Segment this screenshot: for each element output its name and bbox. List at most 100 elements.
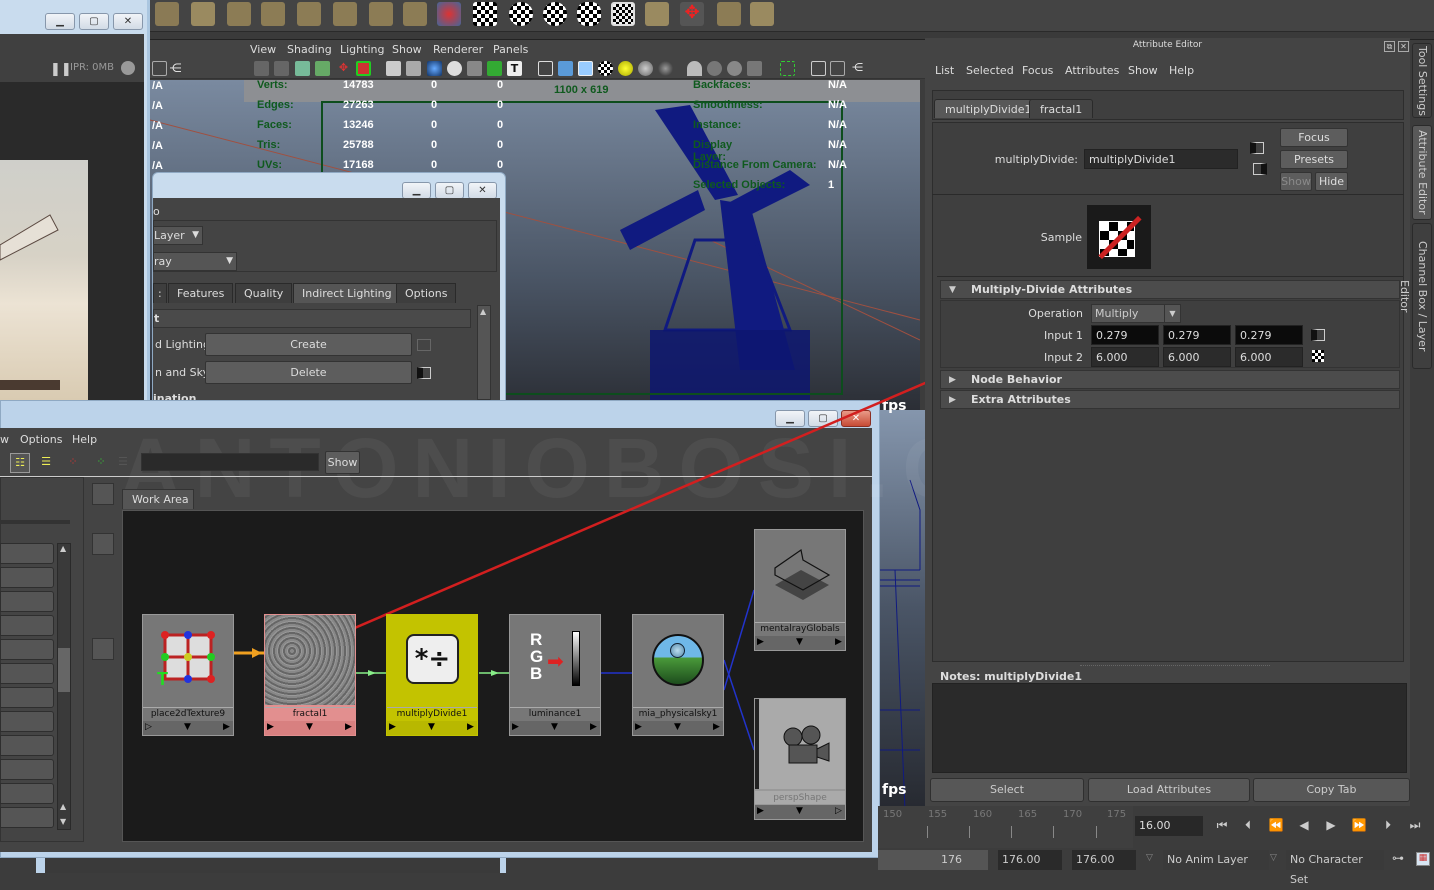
step-forward-frame-icon[interactable]: ⏵ — [1378, 818, 1398, 834]
menu-show[interactable]: Show — [1128, 64, 1158, 77]
expand-icon[interactable]: ▼ — [551, 722, 558, 732]
output-port-icon[interactable]: ▶ — [835, 637, 842, 647]
node-mentalrayglobals[interactable]: mentalrayGlobals ▶ ▼ ▶ — [754, 529, 846, 651]
sample-swatch — [1087, 205, 1151, 269]
section-node-behavior[interactable]: ▶ Node Behavior — [940, 370, 1400, 389]
go-to-end-icon[interactable]: ⏭ — [1405, 818, 1425, 834]
output-port-icon[interactable]: ▶ — [467, 722, 474, 732]
input2-x-field[interactable]: 6.000 — [1091, 347, 1159, 367]
tick-mark — [927, 826, 928, 838]
select-button[interactable]: Select — [930, 778, 1084, 802]
divider — [932, 194, 1404, 195]
node-name-field[interactable]: multiplyDivide1 — [1084, 149, 1238, 169]
play-forwards-icon[interactable]: ▶ — [1321, 818, 1341, 834]
input-connections-icon[interactable] — [1250, 142, 1264, 154]
map-input2-checker-icon[interactable] — [1312, 350, 1324, 362]
animation-end-field[interactable]: 176.00 — [1072, 850, 1136, 870]
float-panel-icon[interactable]: ⧉ — [1384, 41, 1395, 52]
chevron-down-icon[interactable]: ▽ — [1146, 853, 1153, 863]
tab-fractal1[interactable]: fractal1 — [1029, 99, 1094, 118]
node-label: fractal1 — [265, 707, 355, 720]
output-port-icon[interactable]: ▶ — [590, 722, 597, 732]
output-port-icon[interactable]: ▶ — [223, 722, 230, 732]
menu-focus[interactable]: Focus — [1022, 64, 1053, 77]
node-label: mentalrayGlobals — [755, 622, 845, 635]
menu-list[interactable]: List — [935, 64, 954, 77]
annotation-arrow-line — [321, 336, 1031, 644]
output-connections-icon[interactable] — [1253, 163, 1267, 175]
expand-icon[interactable]: ▼ — [796, 806, 803, 816]
sample-label: Sample — [1040, 231, 1082, 244]
input1-y-field[interactable]: 0.279 — [1163, 325, 1231, 345]
input2-y-field[interactable]: 6.000 — [1163, 347, 1231, 367]
animation-start-field[interactable]: 176.00 — [998, 850, 1062, 870]
expand-icon[interactable]: ▼ — [674, 722, 681, 732]
input-port-icon[interactable]: ▶ — [757, 806, 764, 816]
tick-mark — [1096, 826, 1097, 838]
physical-sky-swatch-icon — [633, 615, 723, 705]
tick-label: 170 — [1063, 809, 1083, 820]
close-panel-icon[interactable]: ✕ — [1398, 41, 1409, 52]
input2-z-field[interactable]: 6.000 — [1235, 347, 1303, 367]
focus-button[interactable]: Focus — [1280, 128, 1348, 147]
auto-key-icon[interactable]: ⊶ — [1392, 851, 1404, 865]
hide-button[interactable]: Hide — [1315, 172, 1348, 191]
connection-arrow — [491, 670, 499, 676]
menu-selected[interactable]: Selected — [966, 64, 1014, 77]
node-ports: ▶ ▼ ▶ — [755, 636, 845, 650]
node-luminance[interactable]: RGB ➡ luminance1 ▶ ▼ ▶ — [509, 614, 601, 736]
menu-help[interactable]: Help — [1169, 64, 1194, 77]
side-tab-channel-box[interactable]: Channel Box / Layer Editor — [1398, 223, 1432, 369]
node-fractal[interactable]: fractal1 ▶ ▼ ▶ — [264, 614, 356, 736]
output-port-icon[interactable]: ▷ — [835, 806, 842, 816]
pane-splitter[interactable] — [1080, 665, 1270, 667]
current-frame-field[interactable]: 16.00 — [1135, 816, 1203, 836]
input-port-icon[interactable]: ▷ — [145, 722, 152, 732]
map-input1-icon[interactable] — [1311, 329, 1325, 341]
collapse-triangle-icon: ▼ — [949, 285, 956, 295]
notes-textarea[interactable] — [932, 683, 1407, 773]
side-tab-attribute-editor[interactable]: Attribute Editor — [1412, 125, 1432, 220]
load-attributes-button[interactable]: Load Attributes — [1088, 778, 1250, 802]
side-tab-tool-settings[interactable]: Tool Settings — [1412, 43, 1432, 118]
character-set-dropdown[interactable]: No Character Set — [1286, 850, 1384, 886]
input-port-icon[interactable]: ▶ — [267, 722, 274, 732]
input-port-icon[interactable]: ▶ — [389, 722, 396, 732]
preferences-icon[interactable]: ▦ — [1416, 852, 1430, 866]
expand-icon[interactable]: ▼ — [184, 722, 191, 732]
step-back-key-icon[interactable]: ⏪ — [1266, 818, 1286, 834]
time-slider[interactable]: 150 155 160 165 170 175 — [878, 806, 1133, 850]
go-to-start-icon[interactable]: ⏮ — [1212, 818, 1232, 834]
input-port-icon[interactable]: ▶ — [635, 722, 642, 732]
section-multiply-divide-attributes[interactable]: ▼ Multiply-Divide Attributes — [940, 280, 1400, 299]
step-forward-key-icon[interactable]: ⏩ — [1349, 818, 1369, 834]
anim-layer-dropdown[interactable]: No Anim Layer — [1163, 850, 1269, 870]
node-multiplydivide[interactable]: *÷ multiplyDivide1 ▶ ▼ ▶ — [386, 614, 478, 736]
presets-button[interactable]: Presets — [1280, 150, 1348, 169]
input1-x-field[interactable]: 0.279 — [1091, 325, 1159, 345]
range-slider[interactable]: 176 — [878, 850, 988, 870]
expand-icon[interactable]: ▼ — [796, 637, 803, 647]
expand-icon[interactable]: ▼ — [306, 722, 313, 732]
section-extra-attributes[interactable]: ▶ Extra Attributes — [940, 390, 1400, 409]
node-mia-physicalsky[interactable]: mia_physicalsky1 ▶ ▼ ▶ — [632, 614, 724, 736]
step-back-frame-icon[interactable]: ⏴ — [1238, 818, 1258, 834]
output-port-icon[interactable]: ▶ — [345, 722, 352, 732]
tab-multiplydivide1[interactable]: multiplyDivide1 — [934, 99, 1043, 118]
node-perspshape[interactable]: perspShape ▶ ▼ ▷ — [754, 698, 846, 820]
chevron-down-icon[interactable]: ▽ — [1270, 853, 1277, 863]
input-port-icon[interactable]: ▶ — [512, 722, 519, 732]
expand-icon[interactable]: ▼ — [428, 722, 435, 732]
play-backwards-icon[interactable]: ◀ — [1294, 818, 1314, 834]
attribute-editor-menubar: List Selected Focus Attributes Show Help — [925, 62, 1410, 80]
node-label: place2dTexture9 — [143, 707, 233, 720]
menu-attributes[interactable]: Attributes — [1065, 64, 1119, 77]
input1-z-field[interactable]: 0.279 — [1235, 325, 1303, 345]
input-port-icon[interactable]: ▶ — [757, 637, 764, 647]
output-port-icon[interactable]: ▶ — [713, 722, 720, 732]
arrow-right-icon: ➡ — [547, 649, 564, 673]
show-button[interactable]: Show — [1280, 172, 1312, 191]
node-place2dtexture[interactable]: T place2dTexture9 ▷ ▼ ▶ — [142, 614, 234, 736]
operation-dropdown[interactable]: Multiply ▼ — [1091, 304, 1181, 323]
copy-tab-button[interactable]: Copy Tab — [1253, 778, 1410, 802]
